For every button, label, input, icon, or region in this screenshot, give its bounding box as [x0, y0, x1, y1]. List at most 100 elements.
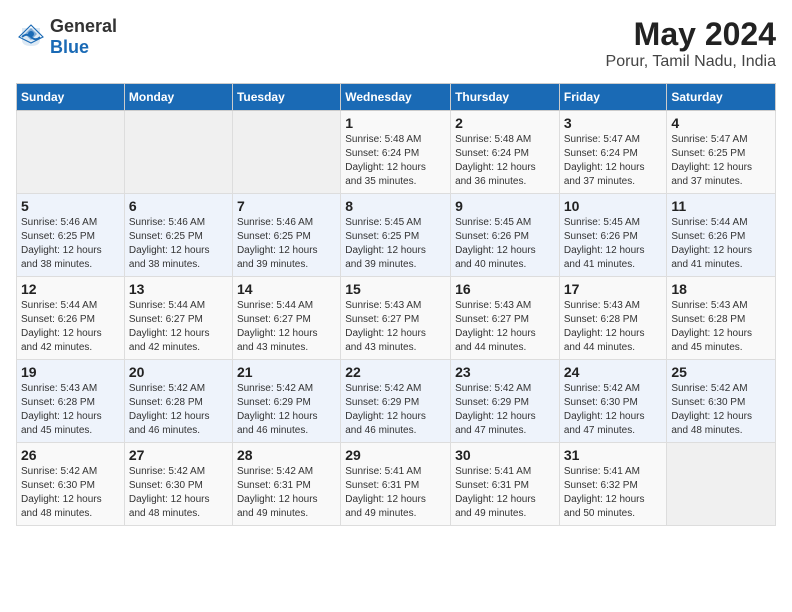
day-info: Sunrise: 5:44 AM Sunset: 6:26 PM Dayligh… — [21, 299, 120, 355]
day-number: 9 — [455, 198, 555, 214]
calendar-header-row: SundayMondayTuesdayWednesdayThursdayFrid… — [17, 84, 776, 111]
day-number: 7 — [237, 198, 336, 214]
day-number: 22 — [345, 364, 446, 380]
calendar-cell: 5 Sunrise: 5:46 AM Sunset: 6:25 PM Daylig… — [17, 194, 125, 277]
calendar-cell: 19Sunrise: 5:43 AM Sunset: 6:28 PM Dayli… — [17, 360, 125, 443]
calendar-cell — [124, 111, 232, 194]
calendar-title: May 2024 — [606, 16, 776, 53]
day-number: 6 — [129, 198, 228, 214]
day-info: Sunrise: 5:45 AM Sunset: 6:26 PM Dayligh… — [455, 216, 555, 272]
day-info: Sunrise: 5:42 AM Sunset: 6:30 PM Dayligh… — [564, 382, 663, 438]
day-number: 17 — [564, 281, 663, 297]
day-info: Sunrise: 5:42 AM Sunset: 6:29 PM Dayligh… — [455, 382, 555, 438]
header: General Blue May 2024 Porur, Tamil Nadu,… — [16, 16, 776, 71]
calendar-cell: 18 Sunrise: 5:43 AM Sunset: 6:28 PM Dayli… — [667, 277, 776, 360]
day-number: 31 — [564, 447, 663, 463]
day-number: 11 — [671, 198, 771, 214]
day-info: Sunrise: 5:42 AM Sunset: 6:30 PM Dayligh… — [129, 465, 228, 521]
day-number: 29 — [345, 447, 446, 463]
calendar-cell — [17, 111, 125, 194]
day-number: 26 — [21, 447, 120, 463]
header-day-sunday: Sunday — [17, 84, 125, 111]
day-info: Sunrise: 5:44 AM Sunset: 6:27 PM Dayligh… — [129, 299, 228, 355]
day-number: 16 — [455, 281, 555, 297]
day-number: 18 — [671, 281, 771, 297]
header-day-thursday: Thursday — [451, 84, 560, 111]
calendar-cell: 24 Sunrise: 5:42 AM Sunset: 6:30 PM Dayli… — [559, 360, 667, 443]
day-info: Sunrise: 5:46 AM Sunset: 6:25 PM Dayligh… — [21, 216, 120, 272]
day-info: Sunrise: 5:48 AM Sunset: 6:24 PM Dayligh… — [455, 133, 555, 189]
calendar-cell: 28 Sunrise: 5:42 AM Sunset: 6:31 PM Dayli… — [232, 443, 340, 526]
header-day-friday: Friday — [559, 84, 667, 111]
header-day-wednesday: Wednesday — [341, 84, 451, 111]
calendar-cell: 29 Sunrise: 5:41 AM Sunset: 6:31 PM Dayli… — [341, 443, 451, 526]
logo-general-text: General — [50, 16, 117, 36]
day-number: 20 — [129, 364, 228, 380]
calendar-week-3: 12 Sunrise: 5:44 AM Sunset: 6:26 PM Dayli… — [17, 277, 776, 360]
day-info: Sunrise: 5:41 AM Sunset: 6:32 PM Dayligh… — [564, 465, 663, 521]
day-info: Sunrise: 5:42 AM Sunset: 6:28 PM Dayligh… — [129, 382, 228, 438]
day-number: 24 — [564, 364, 663, 380]
day-info: Sunrise: 5:43 AM Sunset: 6:28 PM Dayligh… — [21, 382, 120, 438]
calendar-cell: 7 Sunrise: 5:46 AM Sunset: 6:25 PM Daylig… — [232, 194, 340, 277]
day-info: Sunrise: 5:43 AM Sunset: 6:28 PM Dayligh… — [564, 299, 663, 355]
day-info: Sunrise: 5:43 AM Sunset: 6:27 PM Dayligh… — [345, 299, 446, 355]
calendar-cell: 17 Sunrise: 5:43 AM Sunset: 6:28 PM Dayli… — [559, 277, 667, 360]
day-info: Sunrise: 5:43 AM Sunset: 6:28 PM Dayligh… — [671, 299, 771, 355]
calendar-cell: 15 Sunrise: 5:43 AM Sunset: 6:27 PM Dayli… — [341, 277, 451, 360]
calendar-week-1: 1 Sunrise: 5:48 AM Sunset: 6:24 PM Daylig… — [17, 111, 776, 194]
day-info: Sunrise: 5:48 AM Sunset: 6:24 PM Dayligh… — [345, 133, 446, 189]
calendar-cell: 21 Sunrise: 5:42 AM Sunset: 6:29 PM Dayli… — [232, 360, 340, 443]
calendar-cell: 6 Sunrise: 5:46 AM Sunset: 6:25 PM Daylig… — [124, 194, 232, 277]
day-info: Sunrise: 5:44 AM Sunset: 6:27 PM Dayligh… — [237, 299, 336, 355]
day-number: 8 — [345, 198, 446, 214]
calendar-cell: 2Sunrise: 5:48 AM Sunset: 6:24 PM Daylig… — [451, 111, 560, 194]
day-number: 1 — [345, 115, 446, 131]
logo-blue-text: Blue — [50, 37, 89, 57]
day-info: Sunrise: 5:41 AM Sunset: 6:31 PM Dayligh… — [455, 465, 555, 521]
calendar-cell: 25 Sunrise: 5:42 AM Sunset: 6:30 PM Dayli… — [667, 360, 776, 443]
calendar-cell: 14Sunrise: 5:44 AM Sunset: 6:27 PM Dayli… — [232, 277, 340, 360]
calendar-cell: 20 Sunrise: 5:42 AM Sunset: 6:28 PM Dayli… — [124, 360, 232, 443]
calendar-week-4: 19Sunrise: 5:43 AM Sunset: 6:28 PM Dayli… — [17, 360, 776, 443]
calendar-cell: 12 Sunrise: 5:44 AM Sunset: 6:26 PM Dayli… — [17, 277, 125, 360]
calendar-cell: 27 Sunrise: 5:42 AM Sunset: 6:30 PM Dayli… — [124, 443, 232, 526]
day-number: 15 — [345, 281, 446, 297]
day-number: 27 — [129, 447, 228, 463]
day-number: 4 — [671, 115, 771, 131]
calendar-week-2: 5 Sunrise: 5:46 AM Sunset: 6:25 PM Daylig… — [17, 194, 776, 277]
calendar-cell: 26 Sunrise: 5:42 AM Sunset: 6:30 PM Dayli… — [17, 443, 125, 526]
day-info: Sunrise: 5:42 AM Sunset: 6:30 PM Dayligh… — [671, 382, 771, 438]
calendar-cell: 13Sunrise: 5:44 AM Sunset: 6:27 PM Dayli… — [124, 277, 232, 360]
header-day-saturday: Saturday — [667, 84, 776, 111]
day-info: Sunrise: 5:42 AM Sunset: 6:30 PM Dayligh… — [21, 465, 120, 521]
calendar-subtitle: Porur, Tamil Nadu, India — [606, 53, 776, 71]
day-number: 23 — [455, 364, 555, 380]
calendar-table: SundayMondayTuesdayWednesdayThursdayFrid… — [16, 83, 776, 526]
day-info: Sunrise: 5:42 AM Sunset: 6:31 PM Dayligh… — [237, 465, 336, 521]
calendar-cell: 22 Sunrise: 5:42 AM Sunset: 6:29 PM Dayli… — [341, 360, 451, 443]
header-day-tuesday: Tuesday — [232, 84, 340, 111]
day-info: Sunrise: 5:42 AM Sunset: 6:29 PM Dayligh… — [237, 382, 336, 438]
day-number: 28 — [237, 447, 336, 463]
day-number: 30 — [455, 447, 555, 463]
calendar-cell — [232, 111, 340, 194]
calendar-cell: 4Sunrise: 5:47 AM Sunset: 6:25 PM Daylig… — [667, 111, 776, 194]
day-number: 10 — [564, 198, 663, 214]
day-info: Sunrise: 5:42 AM Sunset: 6:29 PM Dayligh… — [345, 382, 446, 438]
calendar-cell: 16Sunrise: 5:43 AM Sunset: 6:27 PM Dayli… — [451, 277, 560, 360]
day-number: 3 — [564, 115, 663, 131]
calendar-cell: 11 Sunrise: 5:44 AM Sunset: 6:26 PM Dayli… — [667, 194, 776, 277]
calendar-cell: 30 Sunrise: 5:41 AM Sunset: 6:31 PM Dayli… — [451, 443, 560, 526]
calendar-cell: 1 Sunrise: 5:48 AM Sunset: 6:24 PM Daylig… — [341, 111, 451, 194]
day-info: Sunrise: 5:46 AM Sunset: 6:25 PM Dayligh… — [129, 216, 228, 272]
day-info: Sunrise: 5:41 AM Sunset: 6:31 PM Dayligh… — [345, 465, 446, 521]
day-info: Sunrise: 5:46 AM Sunset: 6:25 PM Dayligh… — [237, 216, 336, 272]
day-number: 21 — [237, 364, 336, 380]
day-info: Sunrise: 5:44 AM Sunset: 6:26 PM Dayligh… — [671, 216, 771, 272]
day-number: 5 — [21, 198, 120, 214]
day-info: Sunrise: 5:47 AM Sunset: 6:24 PM Dayligh… — [564, 133, 663, 189]
day-number: 12 — [21, 281, 120, 297]
calendar-cell: 8Sunrise: 5:45 AM Sunset: 6:25 PM Daylig… — [341, 194, 451, 277]
day-number: 25 — [671, 364, 771, 380]
